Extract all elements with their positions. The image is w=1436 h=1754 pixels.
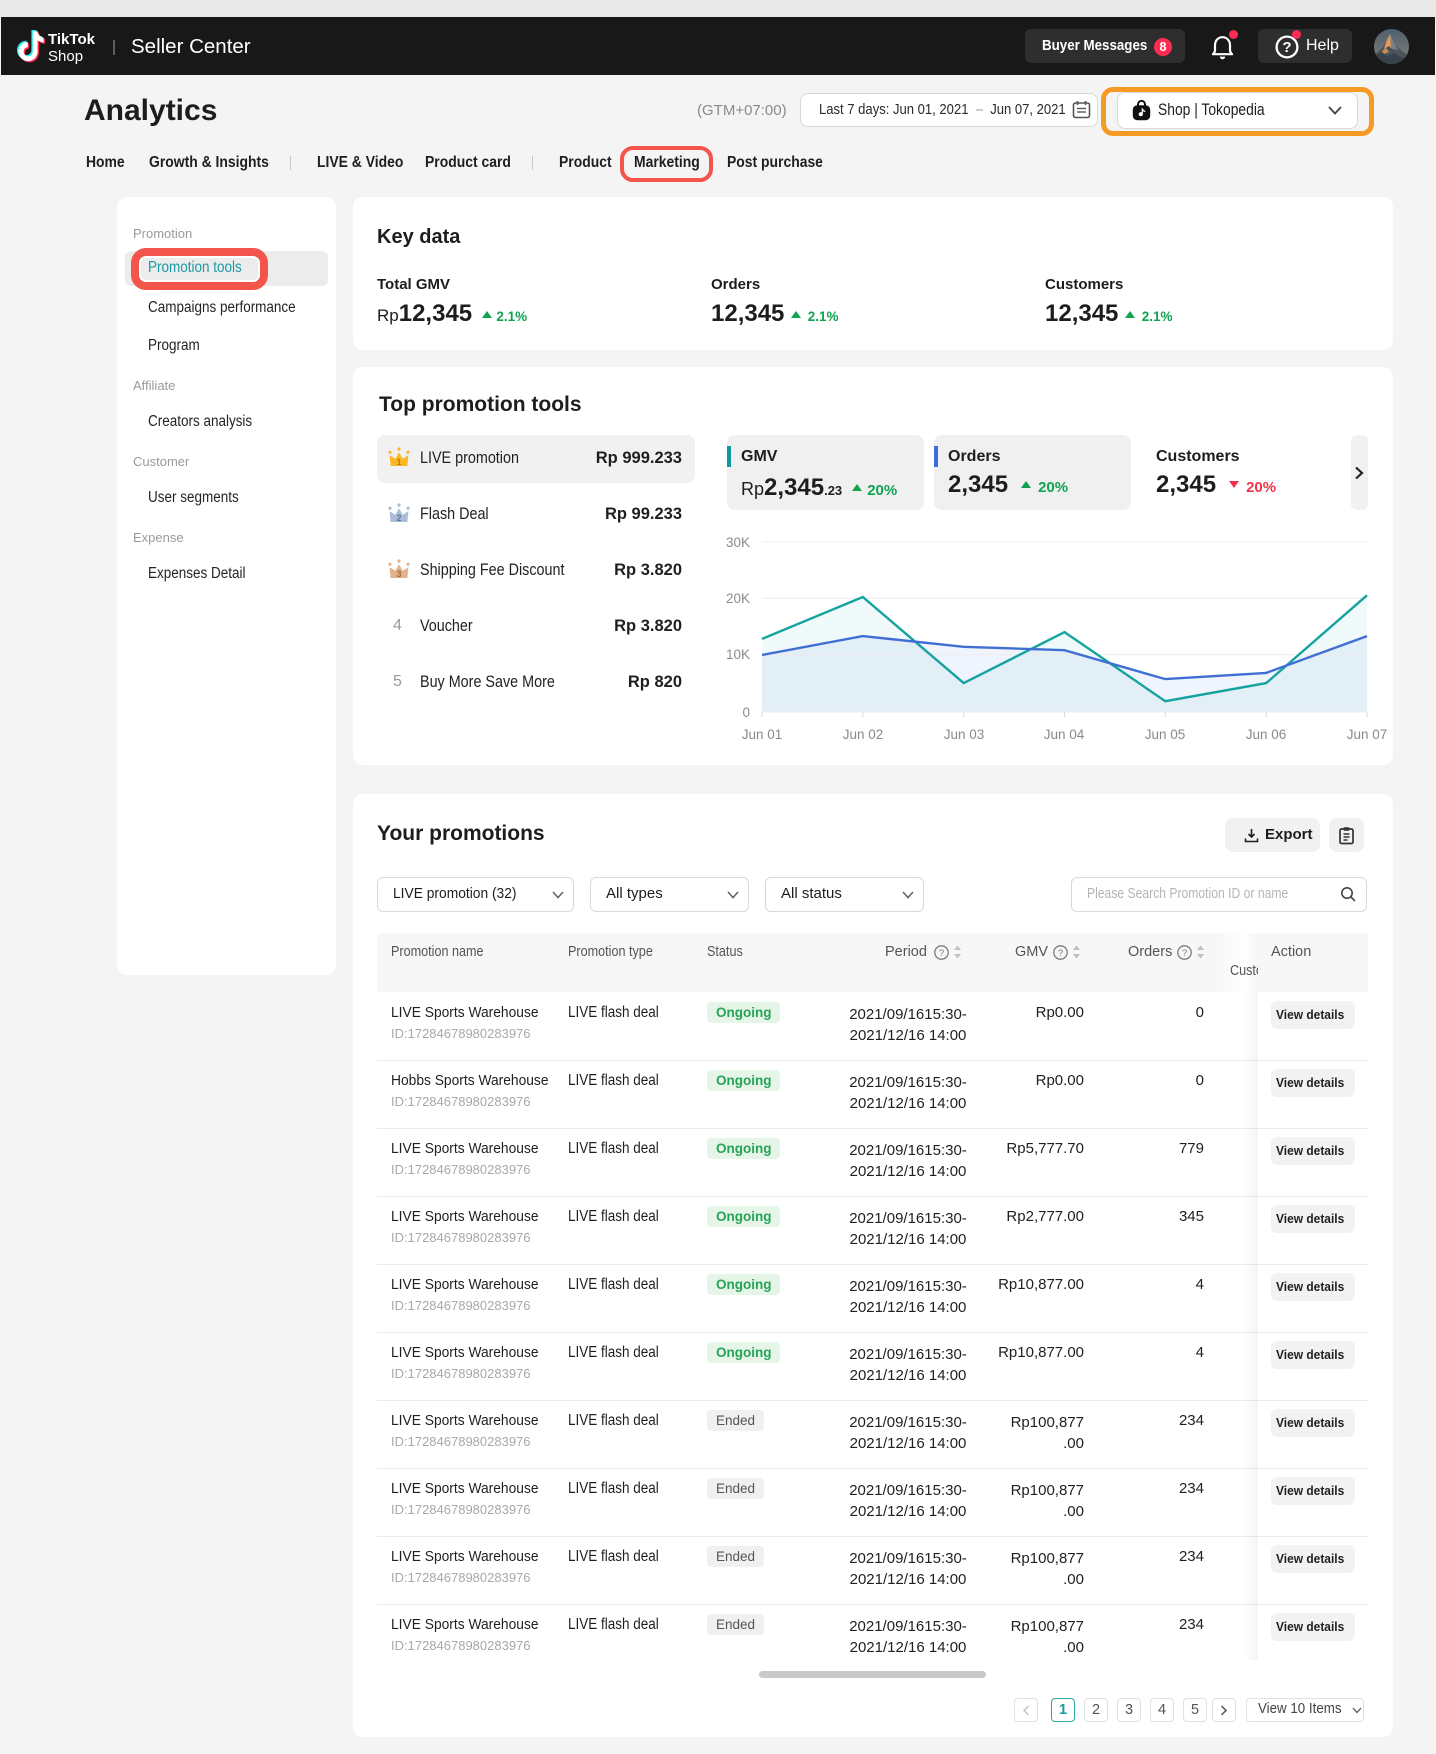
svg-text:1: 1 xyxy=(396,457,401,467)
svg-text:3: 3 xyxy=(396,569,401,579)
svg-text:?: ? xyxy=(1282,39,1291,56)
svg-text:?: ? xyxy=(939,948,944,959)
svg-text:?: ? xyxy=(1058,948,1063,959)
svg-text:2: 2 xyxy=(396,513,401,523)
svg-text:?: ? xyxy=(1182,948,1187,959)
